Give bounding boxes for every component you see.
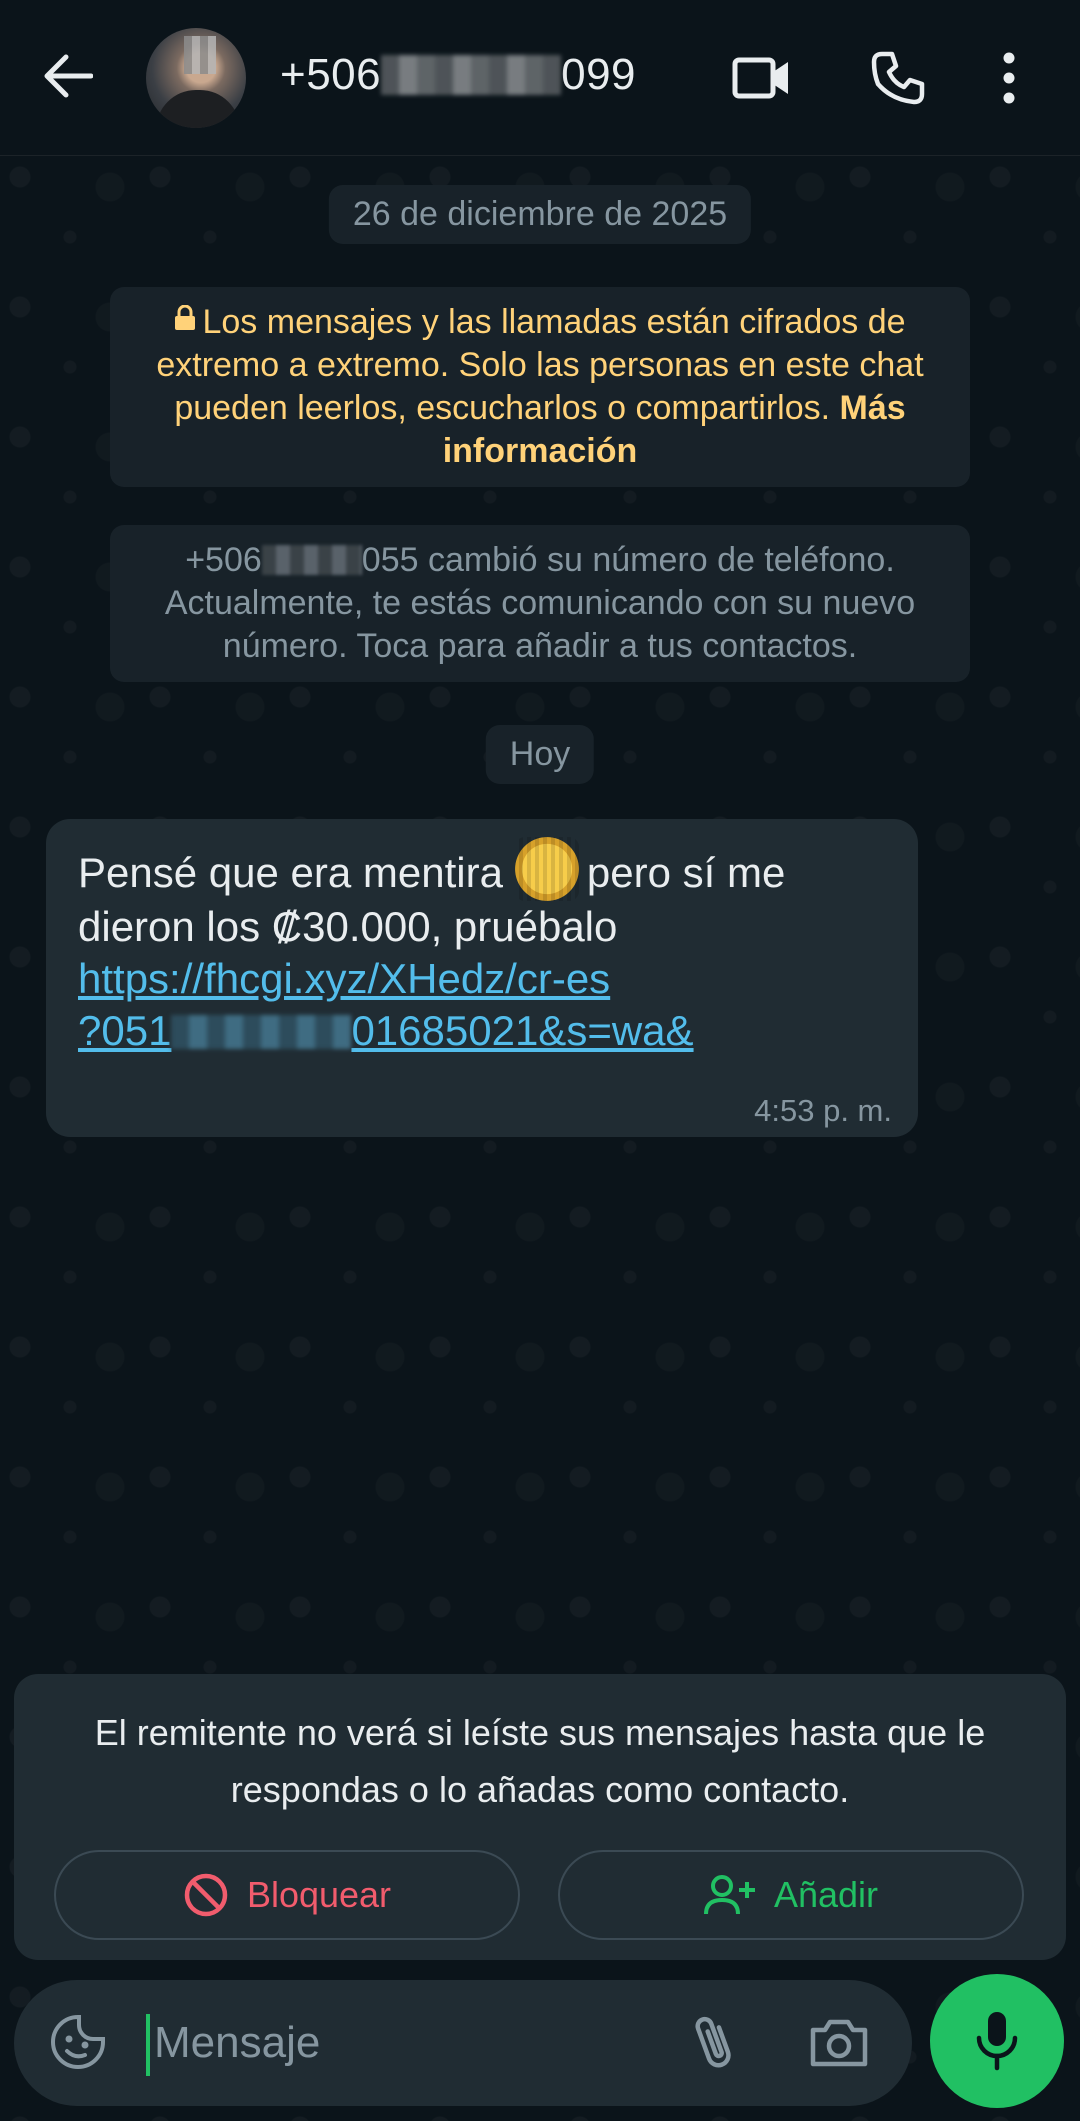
video-call-icon xyxy=(732,57,788,99)
paperclip-icon xyxy=(695,2016,731,2068)
message-link[interactable]: https://fhcgi.xyz/XHedz/cr-es ?051 016850… xyxy=(78,953,888,1057)
block-icon xyxy=(184,1873,228,1917)
redacted-link-part xyxy=(171,1015,352,1049)
phone-prefix: +506 xyxy=(280,50,382,99)
block-button-label: Bloquear xyxy=(246,1874,392,1915)
pixelated-emoji-icon xyxy=(514,837,579,901)
chat-header: +506 099 xyxy=(0,0,1080,156)
encryption-notice-text: Los mensajes y las llamadas están cifrad… xyxy=(156,303,924,427)
back-arrow-icon xyxy=(44,54,93,98)
voice-message-button[interactable] xyxy=(930,1974,1064,2108)
add-contact-button[interactable]: Añadir xyxy=(558,1850,1024,1940)
more-vert-icon xyxy=(1003,52,1015,104)
voice-call-button[interactable] xyxy=(864,44,932,112)
message-timestamp: 4:53 p. m. xyxy=(754,1093,892,1128)
unknown-sender-card: El remitente no verá si leíste sus mensa… xyxy=(14,1674,1066,1960)
redacted-digits xyxy=(381,55,562,95)
encryption-notice[interactable]: Los mensajes y las llamadas están cifrad… xyxy=(110,287,970,487)
date-separator: 26 de diciembre de 2025 xyxy=(328,185,752,244)
attach-button[interactable] xyxy=(682,2008,746,2078)
chat-area[interactable]: 26 de diciembre de 2025 Los mensajes y l… xyxy=(0,157,1080,2121)
lock-icon xyxy=(175,305,196,330)
link-line-2-prefix: ?051 xyxy=(78,1007,172,1054)
message-text: Pensé que era mentira pero sí me dieron l… xyxy=(78,837,888,953)
number-change-notice[interactable]: +506 055 cambió su número de teléfono. Ac… xyxy=(110,525,970,682)
redacted-digits xyxy=(261,545,362,575)
message-text-part1: Pensé que era mentira xyxy=(78,849,503,896)
today-separator: Hoy xyxy=(485,725,595,784)
message-composer xyxy=(14,1980,912,2106)
camera-button[interactable] xyxy=(804,2010,874,2074)
block-button[interactable]: Bloquear xyxy=(54,1850,520,1940)
sticker-icon xyxy=(51,2015,105,2069)
avatar-shirt xyxy=(156,90,240,128)
add-button-label: Añadir xyxy=(773,1874,879,1915)
back-button[interactable] xyxy=(36,44,100,108)
message-input[interactable] xyxy=(144,2008,664,2078)
unknown-sender-message: El remitente no verá si leíste sus mensa… xyxy=(94,1712,986,1810)
more-options-button[interactable] xyxy=(984,44,1034,112)
link-line-2-suffix: 01685021&s=wa& xyxy=(351,1007,694,1054)
phone-icon xyxy=(871,51,925,105)
video-call-button[interactable] xyxy=(728,44,796,112)
sticker-button[interactable] xyxy=(46,2010,110,2074)
camera-icon xyxy=(810,2019,868,2067)
contact-phone-number[interactable]: +506 099 xyxy=(280,50,636,100)
add-person-icon xyxy=(703,1875,755,1915)
contact-avatar[interactable] xyxy=(146,28,246,128)
number-change-prefix: +506 xyxy=(185,541,262,579)
avatar-pixelated-face xyxy=(184,36,216,74)
incoming-message-bubble[interactable]: Pensé que era mentira pero sí me dieron l… xyxy=(46,819,918,1137)
link-line-1: https://fhcgi.xyz/XHedz/cr-es xyxy=(78,955,611,1002)
phone-suffix: 099 xyxy=(561,50,637,99)
microphone-icon xyxy=(976,2012,1018,2071)
